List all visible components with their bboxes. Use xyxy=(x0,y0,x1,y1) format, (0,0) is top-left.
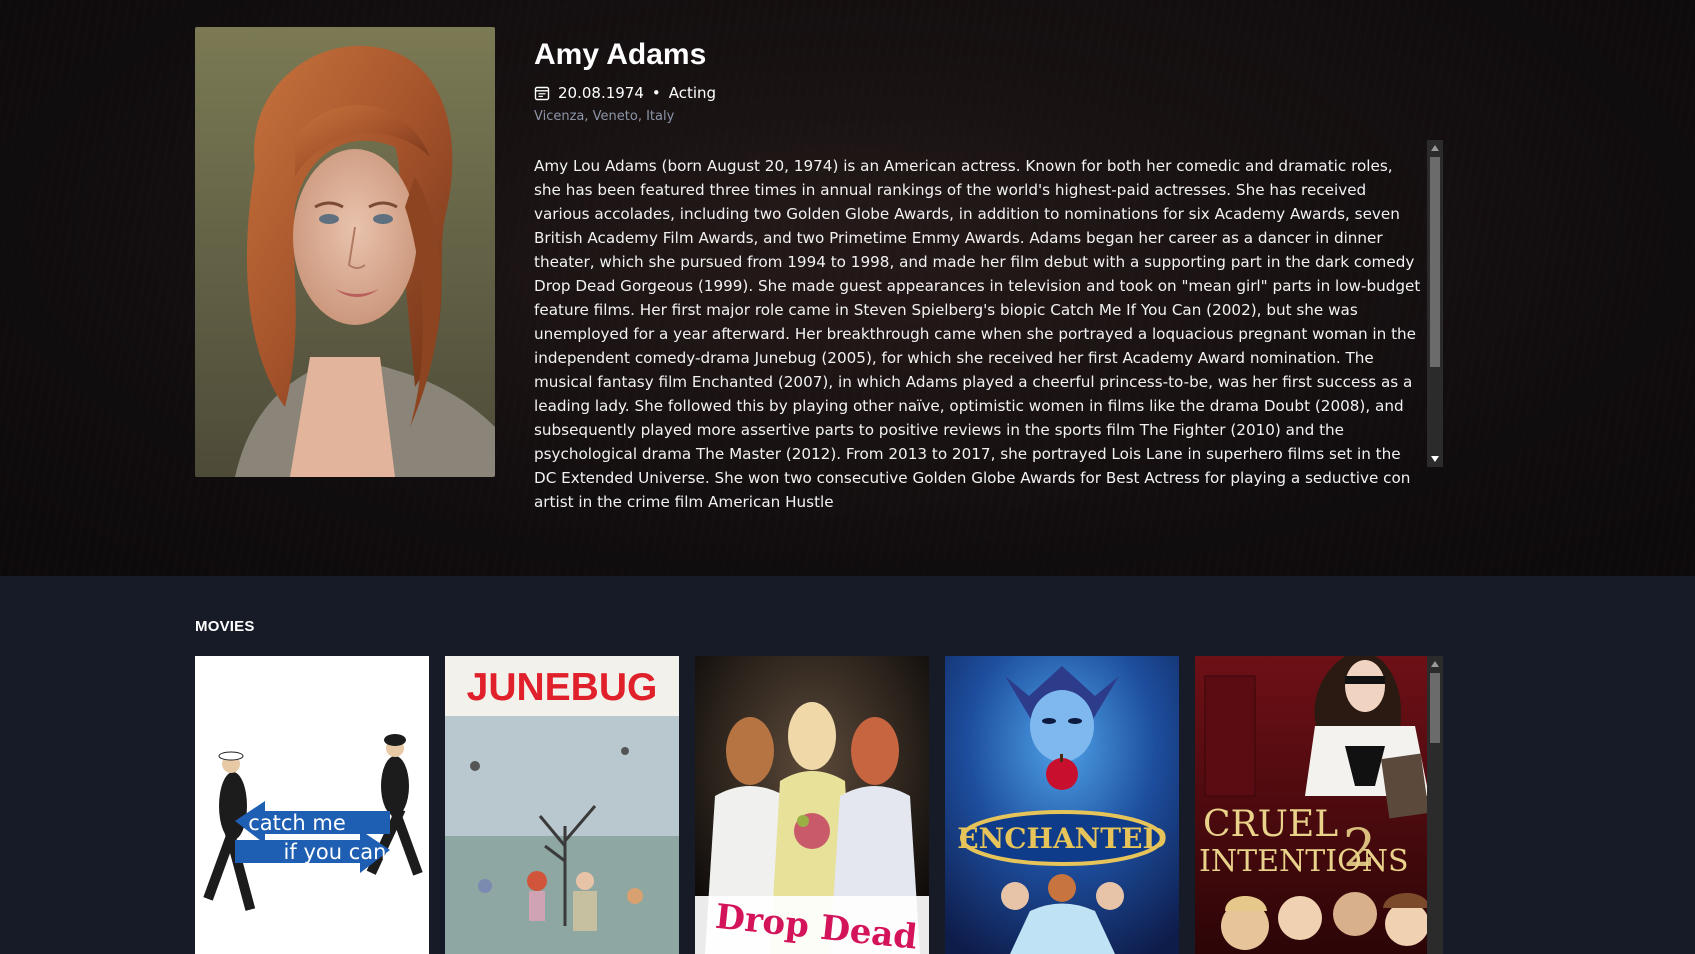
movie-poster-catch-me-if-you-can[interactable]: catch me if you can xyxy=(195,656,429,954)
movie-poster-drop-dead-gorgeous[interactable]: Drop Dead xyxy=(695,656,929,954)
birth-date: 20.08.1974 xyxy=(558,84,644,102)
biography-panel[interactable]: Amy Lou Adams (born August 20, 1974) is … xyxy=(534,140,1443,511)
movie-poster-cruel-intentions-2[interactable]: CRUEL INTENTIONS 2 xyxy=(1195,656,1429,954)
movie-poster-junebug[interactable]: JUNEBUG xyxy=(445,656,679,954)
movies-carousel[interactable]: catch me if you can JUNEBUG Drop Dead EN… xyxy=(195,656,1443,954)
poster-title: INTENTIONS xyxy=(1199,844,1409,879)
person-name: Amy Adams xyxy=(534,38,707,71)
scroll-down-arrow-icon[interactable] xyxy=(1427,451,1443,467)
meta-separator: • xyxy=(651,84,661,102)
person-meta: 20.08.1974 • Acting xyxy=(534,84,716,102)
biography-scrollbar[interactable] xyxy=(1427,140,1443,467)
biography-scroll-thumb[interactable] xyxy=(1430,157,1440,367)
birthplace: Vicenza, Veneto, Italy xyxy=(534,109,675,124)
person-header: Amy Adams 20.08.1974 • Acting Vicenza, V… xyxy=(0,0,1695,576)
poster-title: if you can xyxy=(284,840,387,864)
poster-title: CRUEL xyxy=(1203,804,1338,845)
movies-section-title: MOVIES xyxy=(195,618,255,635)
poster-title: JUNEBUG xyxy=(467,666,658,709)
poster-title: ENCHANTED xyxy=(957,822,1166,855)
movies-scroll-thumb[interactable] xyxy=(1430,673,1440,743)
poster-title: catch me xyxy=(248,811,346,835)
movies-scrollbar[interactable] xyxy=(1427,656,1443,954)
scroll-up-arrow-icon[interactable] xyxy=(1427,140,1443,156)
poster-title-number: 2 xyxy=(1343,819,1376,879)
profile-photo xyxy=(195,27,495,477)
calendar-icon xyxy=(534,85,550,101)
known-for-department: Acting xyxy=(668,84,717,102)
movie-poster-enchanted[interactable]: ENCHANTED xyxy=(945,656,1179,954)
scroll-up-arrow-icon[interactable] xyxy=(1427,656,1443,672)
biography-text: Amy Lou Adams (born August 20, 1974) is … xyxy=(534,157,1421,511)
